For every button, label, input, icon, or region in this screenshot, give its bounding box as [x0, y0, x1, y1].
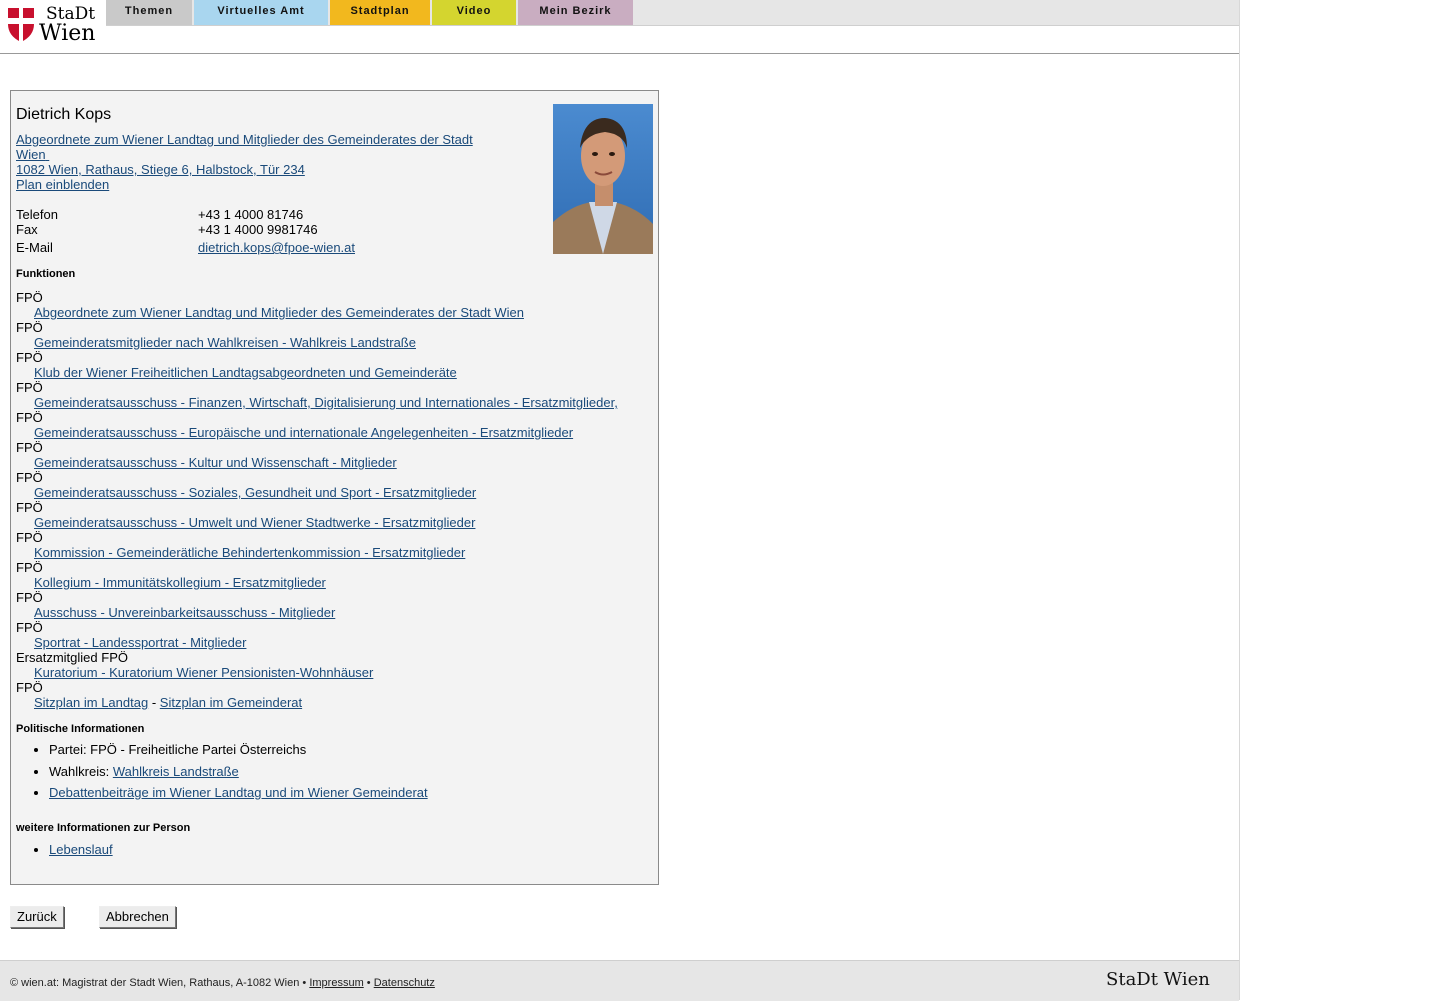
site-footer: © wien.at: Magistrat der Stadt Wien, Rat… — [0, 960, 1239, 1001]
function-link[interactable]: Kollegium - Immunitätskollegium - Ersatz… — [34, 575, 326, 590]
footer-text: © wien.at: Magistrat der Stadt Wien, Rat… — [10, 977, 435, 989]
function-link[interactable]: Gemeinderatsausschuss - Europäische und … — [34, 425, 573, 440]
function-link[interactable]: Gemeinderatsausschuss - Umwelt und Wiene… — [34, 515, 475, 530]
function-party: FPÖ — [16, 410, 43, 425]
back-button[interactable]: Zurück — [10, 906, 64, 928]
function-party: FPÖ — [16, 620, 43, 635]
functions-list: FPÖ Abgeordnete zum Wiener Landtag und M… — [16, 290, 636, 710]
address-block: Abgeordnete zum Wiener Landtag und Mitgl… — [16, 132, 486, 192]
copyright-text: © wien.at: Magistrat der Stadt Wien, Rat… — [10, 977, 307, 989]
function-link[interactable]: Ausschuss - Unvereinbarkeitsausschuss - … — [34, 605, 335, 620]
cancel-button[interactable]: Abbrechen — [99, 906, 176, 928]
contact-details: Telefon +43 1 4000 81746 Fax +43 1 4000 … — [16, 207, 536, 255]
phone-value: +43 1 4000 81746 — [198, 207, 304, 222]
tab-virtuelles-amt[interactable]: Virtuelles Amt — [194, 0, 328, 25]
lebenslauf-link[interactable]: Lebenslauf — [49, 842, 113, 857]
email-link[interactable]: dietrich.kops@fpoe-wien.at — [198, 240, 355, 255]
function-link[interactable]: Gemeinderatsausschuss - Finanzen, Wirtsc… — [34, 395, 618, 410]
fax-value: +43 1 4000 9981746 — [198, 222, 318, 237]
phone-label: Telefon — [16, 207, 58, 222]
impressum-link[interactable]: Impressum — [309, 977, 363, 989]
email-label: E-Mail — [16, 240, 53, 255]
function-link[interactable]: Klub der Wiener Freiheitlichen Landtagsa… — [34, 365, 457, 380]
function-link[interactable]: Abgeordnete zum Wiener Landtag und Mitgl… — [34, 305, 524, 320]
person-photo — [553, 104, 653, 254]
footer-stadt-wien-logo[interactable]: StaDt Wien — [1106, 969, 1230, 991]
political-info-title: Politische Informationen — [16, 723, 145, 735]
show-plan-link[interactable]: Plan einblenden — [16, 177, 109, 192]
datenschutz-link[interactable]: Datenschutz — [374, 977, 435, 989]
fax-row: Fax +43 1 4000 9981746 — [16, 222, 536, 237]
role-link[interactable]: Abgeordnete zum Wiener Landtag und Mitgl… — [16, 132, 473, 162]
function-party: FPÖ — [16, 680, 43, 695]
role-link-line1: Abgeordnete zum Wiener Landtag und Mitgl… — [16, 132, 473, 147]
function-party: FPÖ — [16, 590, 43, 605]
function-party: Ersatzmitglied FPÖ — [16, 650, 128, 665]
page-container: StaDt Wien Themen Virtuelles Amt Stadtpl… — [0, 0, 1240, 1001]
function-link[interactable]: Gemeinderatsausschuss - Kultur und Wisse… — [34, 455, 397, 470]
list-item: Debattenbeiträge im Wiener Landtag und i… — [49, 785, 428, 800]
political-info-list: Partei: FPÖ - Freiheitliche Partei Öster… — [16, 742, 428, 807]
function-link[interactable]: Gemeinderatsausschuss - Soziales, Gesund… — [34, 485, 476, 500]
tab-themen[interactable]: Themen — [106, 0, 192, 25]
wahlkreis-link[interactable]: Wahlkreis Landstraße — [113, 764, 239, 779]
function-party: FPÖ — [16, 440, 43, 455]
email-row: E-Mail dietrich.kops@fpoe-wien.at — [16, 240, 536, 255]
sitzplan-line: Sitzplan im Landtag - Sitzplan im Gemein… — [16, 695, 636, 710]
sitzplan-landtag-link[interactable]: Sitzplan im Landtag — [34, 695, 148, 710]
function-party: FPÖ — [16, 290, 43, 305]
function-link[interactable]: Kommission - Gemeinderätliche Behinderte… — [34, 545, 465, 560]
tab-video[interactable]: Video — [432, 0, 516, 25]
footer-bullet: • — [366, 977, 371, 989]
site-header: StaDt Wien Themen Virtuelles Amt Stadtpl… — [0, 0, 1239, 54]
function-link[interactable]: Kuratorium - Kuratorium Wiener Pensionis… — [34, 665, 373, 680]
debatten-link[interactable]: Debattenbeiträge im Wiener Landtag und i… — [49, 785, 428, 800]
phone-row: Telefon +43 1 4000 81746 — [16, 207, 536, 222]
wahlkreis-label: Wahlkreis: — [49, 763, 110, 779]
function-link[interactable]: Sportrat - Landessportrat - Mitglieder — [34, 635, 246, 650]
more-info-list: Lebenslauf — [16, 842, 113, 857]
function-party: FPÖ — [16, 530, 43, 545]
tab-stadtplan[interactable]: Stadtplan — [330, 0, 430, 25]
more-info-title: weitere Informationen zur Person — [16, 822, 191, 834]
footer-logo-text: StaDt Wien — [1106, 969, 1210, 990]
person-card: Dietrich Kops Abgeordnete zum Wiener Lan… — [10, 90, 659, 885]
function-link[interactable]: Gemeinderatsmitglieder nach Wahlkreisen … — [34, 335, 416, 350]
function-party: FPÖ — [16, 470, 43, 485]
fax-label: Fax — [16, 222, 38, 237]
list-item: Partei: FPÖ - Freiheitliche Partei Öster… — [49, 742, 428, 757]
role-link-line2: Wien — [16, 147, 46, 162]
sitzplan-separator: - — [151, 695, 157, 710]
person-name: Dietrich Kops — [16, 106, 112, 123]
sitzplan-gemeinderat-link[interactable]: Sitzplan im Gemeinderat — [160, 695, 302, 710]
function-party: FPÖ — [16, 350, 43, 365]
function-party: FPÖ — [16, 560, 43, 575]
logo-text-bottom: Wien — [39, 21, 96, 46]
function-party: FPÖ — [16, 320, 43, 335]
list-item: Lebenslauf — [49, 842, 113, 857]
function-party: FPÖ — [16, 500, 43, 515]
stadt-wien-logo[interactable]: StaDt Wien — [6, 4, 102, 46]
partei-text: Partei: FPÖ - Freiheitliche Partei Öster… — [49, 742, 307, 757]
functions-title: Funktionen — [16, 268, 76, 280]
main-navigation: Themen Virtuelles Amt Stadtplan Video Me… — [106, 0, 1239, 26]
list-item: Wahlkreis: Wahlkreis Landstraße — [49, 764, 428, 779]
tab-mein-bezirk[interactable]: Mein Bezirk — [518, 0, 633, 25]
address-link[interactable]: 1082 Wien, Rathaus, Stiege 6, Halbstock,… — [16, 162, 305, 177]
function-party: FPÖ — [16, 380, 43, 395]
